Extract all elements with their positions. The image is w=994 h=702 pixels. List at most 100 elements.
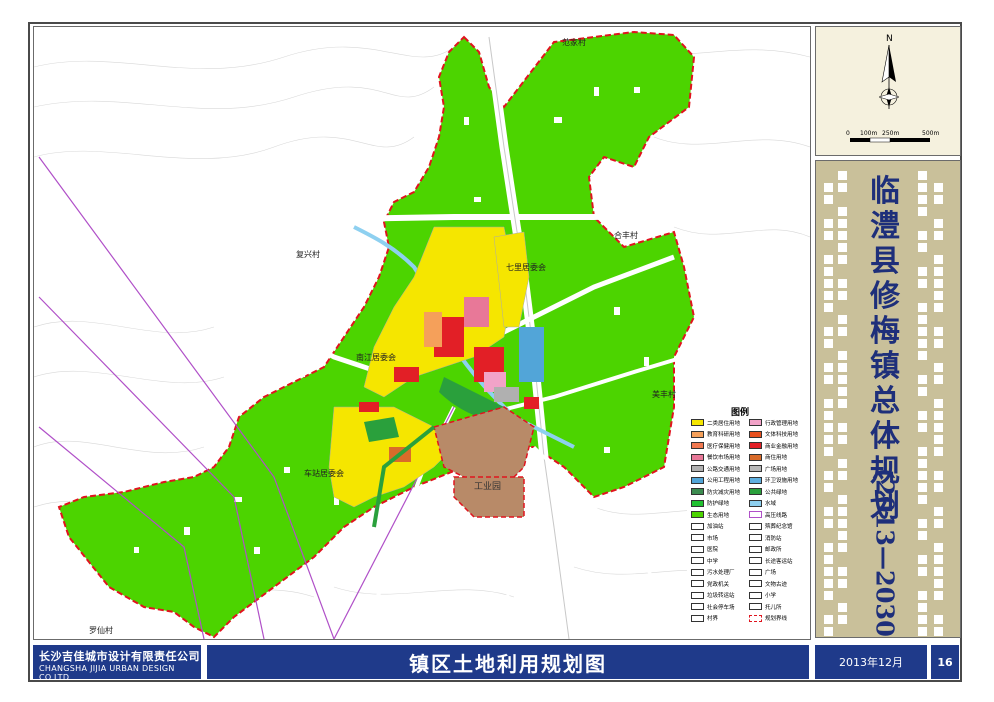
legend-item: 加油站 xyxy=(691,522,724,531)
decorative-square xyxy=(824,423,833,432)
legend-item: 医院 xyxy=(691,545,718,554)
map-panel[interactable]: 范家村 复兴村 合丰村 七里居委会 南江居委会 美丰村 车站居委会 工业园 罗仙… xyxy=(33,26,811,640)
legend-swatch xyxy=(691,522,704,530)
legend-label: 广场 xyxy=(765,570,777,576)
decorative-square xyxy=(918,171,927,180)
legend-swatch xyxy=(691,568,704,576)
legend-label: 文物古迹 xyxy=(765,581,788,588)
commercial-block xyxy=(464,297,489,327)
decorative-square xyxy=(918,303,927,312)
decorative-square xyxy=(918,567,927,576)
legend-item: 环卫设施用地 xyxy=(749,476,798,485)
legend-label: 文体科技用地 xyxy=(765,432,799,438)
legend-swatch xyxy=(749,557,762,564)
legend-label: 社会停车场 xyxy=(707,604,735,611)
legend-item: 高压线路 xyxy=(749,510,787,519)
title-panel: 临澧县修梅镇总体规划 (2013—2030) xyxy=(815,160,961,638)
decorative-square xyxy=(934,567,943,576)
decorative-square xyxy=(838,579,847,588)
legend-item: 水域 xyxy=(749,499,776,508)
legend-item: 广场 xyxy=(749,568,776,577)
title-char: 梅 xyxy=(870,314,900,349)
legend-item: 市场 xyxy=(691,533,718,542)
legend-item: 邮政所 xyxy=(749,545,782,554)
north-arrow-icon: N 0 100m 250m 500m xyxy=(846,34,939,143)
decorative-square xyxy=(838,351,847,360)
decorative-square xyxy=(838,399,847,408)
decorative-square xyxy=(934,507,943,516)
decorative-square xyxy=(824,327,833,336)
decorative-square xyxy=(838,603,847,612)
legend-item: 消防站 xyxy=(749,533,782,542)
commercial-block xyxy=(524,397,539,409)
legend-swatch xyxy=(749,442,762,449)
legend-swatch xyxy=(691,591,704,599)
legend-swatch xyxy=(691,499,704,507)
legend-label: 公共绿地 xyxy=(765,489,788,496)
legend-label: 党政机关 xyxy=(707,581,730,588)
decorative-square xyxy=(838,471,847,480)
legend-label: 邮政所 xyxy=(765,547,782,553)
decorative-square xyxy=(838,543,847,552)
decorative-square xyxy=(918,411,927,420)
decorative-square xyxy=(934,579,943,588)
north-label: N xyxy=(886,34,893,44)
decorative-square xyxy=(838,375,847,384)
decorative-square xyxy=(824,483,833,492)
title-char: 临 xyxy=(870,174,900,209)
decorative-square xyxy=(824,279,833,288)
legend-swatch xyxy=(749,580,762,587)
legend-item: 垃圾转运站 xyxy=(691,591,735,600)
decorative-square xyxy=(934,555,943,564)
decorative-square xyxy=(838,183,847,192)
decorative-square xyxy=(934,327,943,336)
decorative-square xyxy=(838,231,847,240)
legend-item: 文体科技用地 xyxy=(749,430,798,439)
label-luoxiancun: 罗仙村 xyxy=(89,626,113,635)
legend-item: 餐饮市场用地 xyxy=(691,453,740,462)
legend-swatch xyxy=(749,545,762,553)
scale-250m: 250m xyxy=(882,130,899,137)
decorative-square xyxy=(918,627,927,636)
legend-label: 规划界线 xyxy=(765,616,788,622)
legend-swatch xyxy=(749,591,762,599)
decorative-square xyxy=(838,459,847,468)
decorative-square xyxy=(934,423,943,432)
decorative-square xyxy=(824,255,833,264)
plan-date: 2013年12月 xyxy=(839,656,903,669)
decorative-square xyxy=(838,615,847,624)
title-char: 体 xyxy=(870,419,900,454)
decorative-square xyxy=(824,219,833,228)
title-char: 修 xyxy=(870,279,900,314)
legend-swatch xyxy=(749,419,762,426)
legend-label: 生态用地 xyxy=(707,512,730,519)
decorative-square xyxy=(918,243,927,252)
decorative-square xyxy=(918,483,927,492)
legend-swatch xyxy=(749,568,762,576)
decorative-square xyxy=(934,591,943,600)
legend-item: 村界 xyxy=(691,614,718,623)
decorative-square xyxy=(934,195,943,204)
legend-swatch xyxy=(691,511,704,518)
commercial-block xyxy=(394,367,419,382)
decorative-square xyxy=(838,279,847,288)
decorative-square xyxy=(824,411,833,420)
decorative-square xyxy=(934,291,943,300)
legend-item: 生态用地 xyxy=(691,510,729,519)
decorative-square xyxy=(824,519,833,528)
legend-item: 殡葬纪念馆 xyxy=(749,522,793,531)
decorative-square xyxy=(934,399,943,408)
legend-label: 餐饮市场用地 xyxy=(707,455,741,461)
decorative-square xyxy=(824,375,833,384)
decorative-square xyxy=(824,195,833,204)
decorative-square xyxy=(934,447,943,456)
legend-swatch xyxy=(691,603,704,610)
legend-label: 殡葬纪念馆 xyxy=(765,524,793,530)
legend-label: 公路交通用地 xyxy=(707,466,741,473)
label-gongyeyuan: 工业园 xyxy=(474,482,502,492)
decorative-square xyxy=(934,231,943,240)
legend-item: 医疗保健用地 xyxy=(691,441,740,450)
decorative-square xyxy=(838,219,847,228)
decorative-square xyxy=(918,447,927,456)
legend-label: 防灾减灾用地 xyxy=(707,489,741,496)
